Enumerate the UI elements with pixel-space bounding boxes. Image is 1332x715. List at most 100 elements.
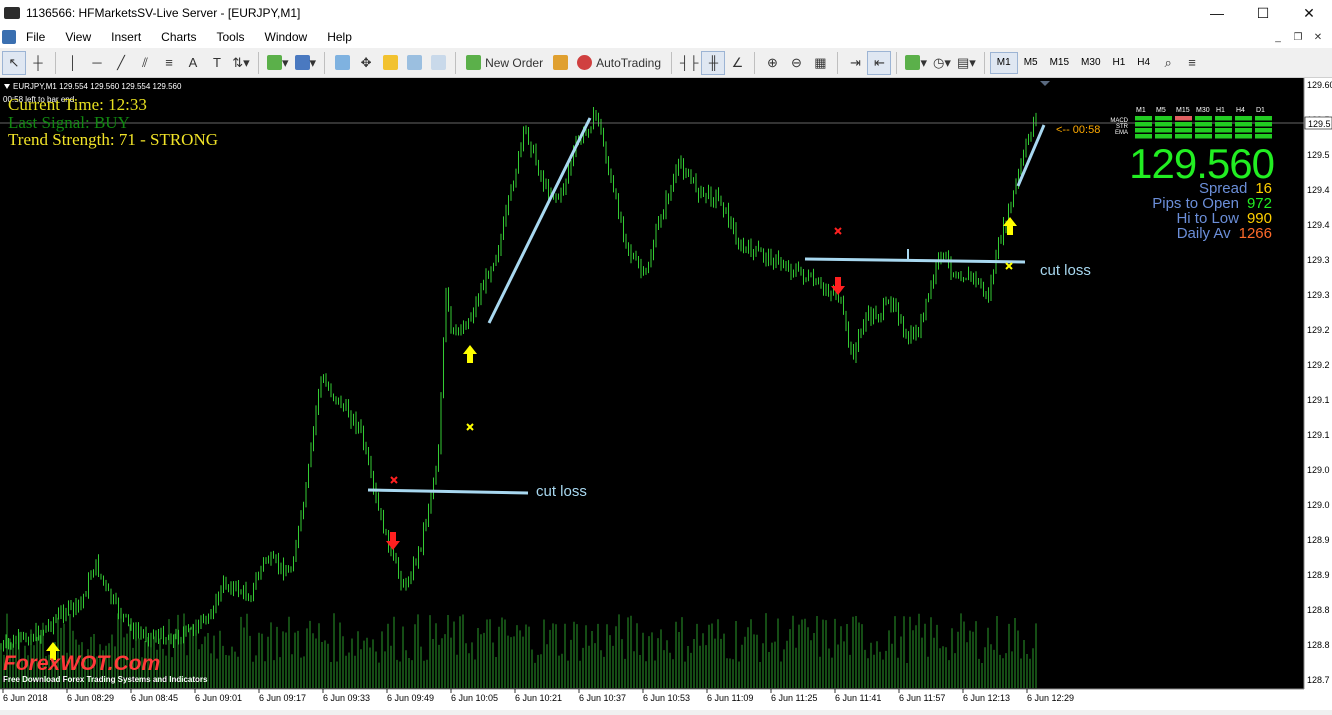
timeframe-h4[interactable]: H4 — [1131, 52, 1156, 74]
buy-arrow-3 — [1003, 217, 1017, 235]
strategy-tester-icon[interactable] — [426, 51, 450, 75]
close-button[interactable]: ✕ — [1286, 0, 1332, 26]
trendline-icon[interactable]: ╱ — [109, 51, 133, 75]
indicator-cell — [1235, 134, 1252, 139]
chart-document-icon[interactable] — [2, 30, 16, 44]
minimize-button[interactable]: — — [1194, 0, 1240, 26]
new-order-icon — [466, 55, 482, 70]
bar-countdown: <-- 00:58 — [1056, 124, 1101, 136]
signal-crosses — [390, 227, 1013, 484]
menu-icon[interactable]: ≡ — [1180, 51, 1204, 75]
price-tick: 129.605 — [1307, 80, 1332, 90]
indicator-cell — [1175, 116, 1192, 121]
time-tick: 6 Jun 11:57 — [899, 693, 945, 703]
periods-icon[interactable]: ◷▾ — [930, 51, 954, 75]
menu-charts[interactable]: Charts — [151, 26, 206, 48]
indicator-tf-label: M1 — [1136, 107, 1146, 114]
auto-scroll-icon[interactable]: ⇥ — [843, 51, 867, 75]
app-icon — [4, 7, 20, 19]
indicator-cell — [1195, 134, 1212, 139]
market-watch-icon[interactable] — [330, 51, 354, 75]
time-tick: 6 Jun 11:25 — [771, 693, 817, 703]
vertical-line-icon[interactable]: │ — [61, 51, 85, 75]
time-tick: 6 Jun 09:49 — [387, 693, 434, 703]
data-window-icon[interactable]: ✥ — [354, 51, 378, 75]
mdi-close-button[interactable]: ✕ — [1308, 26, 1328, 48]
collapse-triangle-icon[interactable] — [4, 84, 10, 89]
line-chart-icon[interactable]: ∠ — [725, 51, 749, 75]
ohlc-bars — [0, 107, 1037, 652]
price-tick: 129.3 — [1307, 290, 1330, 300]
channel-icon[interactable]: ⫽ — [133, 51, 157, 75]
indicator-cell — [1195, 122, 1212, 127]
bar-chart-icon[interactable]: ┤├ — [677, 51, 701, 75]
time-tick: 6 Jun 10:37 — [579, 693, 626, 703]
watermark-brand: ForexWOT.Com — [3, 652, 161, 675]
indicator-cell — [1255, 122, 1272, 127]
zoom-in-icon[interactable]: ⊕ — [760, 51, 784, 75]
watermark-tagline: Free Download Forex Trading Systems and … — [3, 675, 208, 684]
timeframe-m30[interactable]: M30 — [1075, 52, 1106, 74]
mdi-minimize-button[interactable]: _ — [1268, 26, 1288, 48]
arrows-tool-icon[interactable]: ⇅▾ — [229, 51, 253, 75]
current-price-label: 129.5 — [1308, 119, 1331, 129]
menu-bar: File View Insert Charts Tools Window Hel… — [0, 26, 1332, 48]
indicator-tf-label: H1 — [1216, 107, 1225, 114]
window-controls: — ☐ ✕ — [1194, 0, 1332, 26]
time-tick: 6 Jun 11:41 — [835, 693, 881, 703]
timeframe-h1[interactable]: H1 — [1107, 52, 1132, 74]
price-tick: 128.8 — [1307, 640, 1330, 650]
indicator-cell — [1195, 128, 1212, 133]
indicator-tf-label: M30 — [1196, 107, 1210, 114]
navigator-icon[interactable] — [378, 51, 402, 75]
menu-view[interactable]: View — [55, 26, 101, 48]
terminal-icon[interactable] — [402, 51, 426, 75]
menu-tools[interactable]: Tools — [207, 26, 255, 48]
indicator-cell — [1235, 122, 1252, 127]
indicators-icon[interactable]: ▾ — [902, 51, 930, 75]
timeframe-m5[interactable]: M5 — [1018, 52, 1044, 74]
chart-area[interactable]: cut loss cut loss 129.605 129.5 129.5 129.4… — [0, 78, 1332, 715]
label-tool-icon[interactable]: T — [205, 51, 229, 75]
cursor-tool-icon[interactable]: ↖ — [2, 50, 26, 75]
zoom-out-icon[interactable]: ⊖ — [784, 51, 808, 75]
candlestick-icon[interactable]: ╫ — [701, 50, 726, 75]
indicator-tf-label: H4 — [1236, 107, 1245, 114]
metaeditor-icon[interactable] — [548, 51, 572, 75]
autotrading-button[interactable]: AutoTrading — [572, 51, 666, 75]
fibonacci-icon[interactable]: ≡ — [157, 51, 181, 75]
templates-icon[interactable]: ▤▾ — [954, 51, 979, 75]
time-tick: 6 Jun 09:01 — [195, 693, 242, 703]
mt4-window: 1136566: HFMarketsSV-Live Server - [EURJ… — [0, 0, 1332, 715]
timeframe-m1[interactable]: M1 — [989, 51, 1018, 74]
search-icon[interactable]: ⌕ — [1156, 51, 1180, 75]
buy-arrow-2 — [463, 345, 477, 363]
indicator-cell — [1155, 134, 1172, 139]
menu-file[interactable]: File — [16, 26, 55, 48]
current-time-text: Current Time: 12:33 — [8, 95, 147, 114]
timeframe-m15[interactable]: M15 — [1044, 52, 1075, 74]
tile-windows-icon[interactable]: ▦ — [808, 51, 832, 75]
text-tool-icon[interactable]: A — [181, 51, 205, 75]
autotrading-icon — [577, 55, 593, 70]
crosshair-tool-icon[interactable]: ┼ — [26, 51, 50, 75]
menu-window[interactable]: Window — [255, 26, 318, 48]
indicator-cell — [1215, 128, 1232, 133]
menu-insert[interactable]: Insert — [101, 26, 151, 48]
autotrading-label: AutoTrading — [596, 55, 662, 70]
red-cross-1 — [390, 476, 398, 484]
menu-help[interactable]: Help — [317, 26, 362, 48]
symbol-ohlc-text: EURJPY,M1 129.554 129.560 129.554 129.56… — [13, 82, 182, 91]
price-tick: 129.5 — [1307, 150, 1330, 160]
chart-shift-icon[interactable]: ⇤ — [867, 50, 892, 75]
profiles-icon[interactable]: ▾ — [292, 51, 320, 75]
watermark: ForexWOT.Com Free Download Forex Trading… — [3, 652, 208, 684]
new-chart-icon[interactable]: ▾ — [264, 51, 292, 75]
time-tick: 6 Jun 08:45 — [131, 693, 178, 703]
horizontal-line-icon[interactable]: ─ — [85, 51, 109, 75]
maximize-button[interactable]: ☐ — [1240, 0, 1286, 26]
time-tick: 6 Jun 11:09 — [707, 693, 753, 703]
trend-strength-text: Trend Strength: 71 - STRONG — [8, 130, 218, 149]
new-order-button[interactable]: New Order — [461, 51, 548, 75]
mdi-restore-button[interactable]: ❐ — [1288, 26, 1308, 48]
